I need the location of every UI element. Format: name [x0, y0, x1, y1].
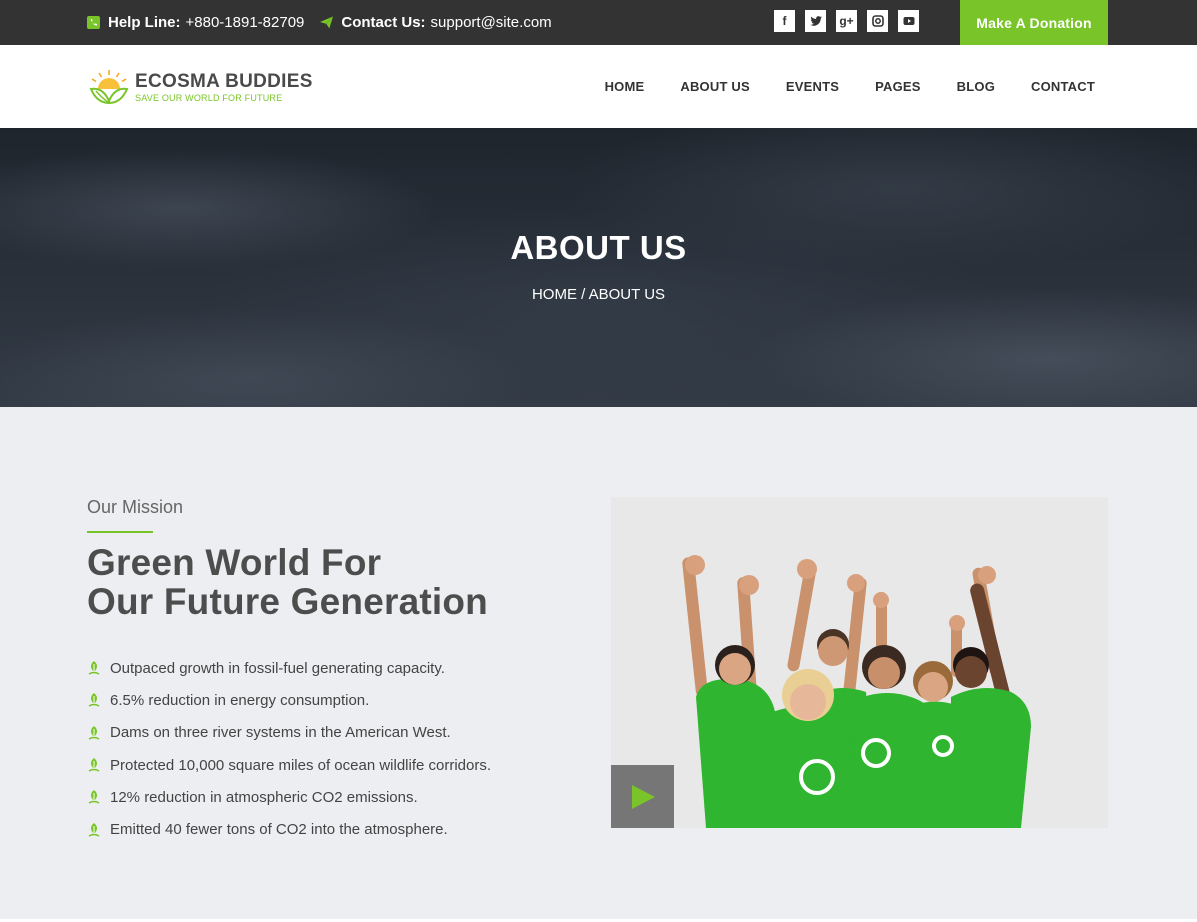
list-item-text: Dams on three river systems in the Ameri… — [110, 724, 451, 742]
headline-line-1: Green World For — [87, 542, 382, 583]
nav-home[interactable]: HOME — [605, 79, 645, 94]
donate-button[interactable]: Make A Donation — [960, 0, 1108, 45]
twitter-icon[interactable] — [805, 10, 826, 32]
list-item-text: Protected 10,000 square miles of ocean w… — [110, 756, 492, 774]
main-nav: HOME ABOUT US EVENTS PAGES BLOG CONTACT — [605, 45, 1095, 128]
google-plus-icon[interactable]: g+ — [836, 10, 857, 32]
headline-line-2: Our Future Generation — [87, 581, 488, 622]
nav-events[interactable]: EVENTS — [786, 79, 839, 94]
sun-leaf-icon — [89, 70, 129, 105]
leaf-icon — [87, 660, 101, 676]
section-kicker: Our Mission — [87, 497, 184, 517]
nav-about-us[interactable]: ABOUT US — [680, 79, 750, 94]
top-bar: Help Line: +880-1891-82709 Contact Us: s… — [0, 0, 1197, 45]
leaf-icon — [87, 692, 101, 708]
social-links: f g+ — [774, 10, 919, 32]
contact-info: Help Line: +880-1891-82709 Contact Us: s… — [87, 0, 552, 45]
list-item: Dams on three river systems in the Ameri… — [87, 717, 491, 749]
contact-email[interactable]: support@site.com — [431, 14, 552, 31]
list-item-text: Emitted 40 fewer tons of CO2 into the at… — [110, 821, 448, 839]
logo-name: ECOSMA BUDDIES — [135, 71, 313, 92]
list-item: Protected 10,000 square miles of ocean w… — [87, 749, 491, 781]
list-item-text: 12% reduction in atmospheric CO2 emissio… — [110, 788, 418, 806]
helpline-number[interactable]: +880-1891-82709 — [186, 14, 305, 31]
list-item: 12% reduction in atmospheric CO2 emissio… — [87, 781, 491, 813]
list-item: 6.5% reduction in energy consumption. — [87, 684, 491, 716]
logo-tagline: SAVE OUR WORLD FOR FUTURE — [135, 93, 283, 103]
phone-icon — [87, 16, 100, 29]
nav-blog[interactable]: BLOG — [957, 79, 995, 94]
leaf-icon — [87, 725, 101, 741]
kicker-underline — [87, 531, 153, 533]
list-item-text: Outpaced growth in fossil-fuel generatin… — [110, 659, 445, 677]
page-banner: ABOUT US HOME / ABOUT US — [0, 128, 1197, 407]
leaf-icon — [87, 757, 101, 773]
play-video-button[interactable] — [611, 765, 674, 828]
list-item: Outpaced growth in fossil-fuel generatin… — [87, 652, 491, 684]
instagram-icon[interactable] — [867, 10, 888, 32]
volunteers-illustration — [611, 497, 1108, 828]
paper-plane-icon — [320, 16, 334, 29]
volunteers-photo — [611, 497, 1108, 828]
list-item: Emitted 40 fewer tons of CO2 into the at… — [87, 813, 491, 845]
page-title: ABOUT US — [510, 229, 687, 266]
breadcrumb[interactable]: HOME / ABOUT US — [0, 286, 1197, 303]
youtube-icon[interactable] — [898, 10, 919, 32]
helpline-label: Help Line: — [108, 14, 181, 31]
leaf-icon — [87, 789, 101, 805]
section-headline: Green World For Our Future Generation — [87, 543, 488, 621]
facebook-icon[interactable]: f — [774, 10, 795, 32]
leaf-icon — [87, 822, 101, 838]
nav-contact[interactable]: CONTACT — [1031, 79, 1095, 94]
mission-list: Outpaced growth in fossil-fuel generatin… — [87, 652, 491, 846]
list-item-text: 6.5% reduction in energy consumption. — [110, 691, 370, 709]
play-icon — [631, 784, 655, 809]
contact-label: Contact Us: — [341, 14, 426, 31]
site-logo[interactable]: ECOSMA BUDDIES SAVE OUR WORLD FOR FUTURE — [87, 67, 313, 107]
site-header: ECOSMA BUDDIES SAVE OUR WORLD FOR FUTURE… — [0, 45, 1197, 128]
nav-pages[interactable]: PAGES — [875, 79, 921, 94]
